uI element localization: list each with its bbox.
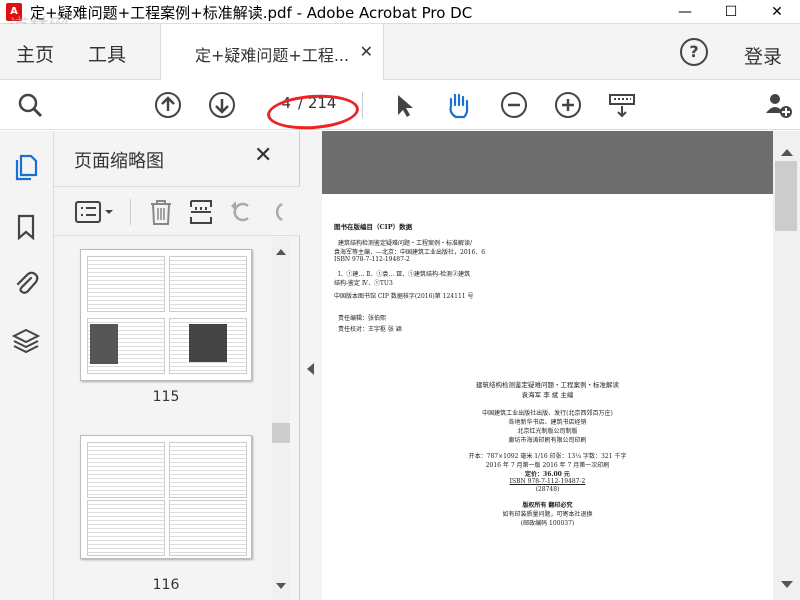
pdf-page: 图书在版编目（CIP）数据 建筑结构检测鉴定疑难问题・工程案例・标准解读/ 袁海… (322, 194, 773, 600)
zoom-out-icon[interactable] (500, 91, 528, 119)
hand-tool-icon[interactable] (444, 91, 472, 119)
editor-line: 责任编辑：张伯熙 (338, 315, 387, 322)
document-tab[interactable]: 定+疑难问题+工程... ✕ (160, 24, 384, 80)
options-menu-icon[interactable] (74, 199, 114, 225)
cip-line: 中国版本图书馆 CIP 数据核字(2016)第 124111 号 (334, 293, 474, 300)
thumbnail-scrollbar[interactable] (272, 237, 290, 600)
maximize-button[interactable]: ☐ (708, 0, 754, 24)
cip-line: 结构-鉴定 Ⅳ．①TU3 (334, 280, 393, 287)
scrollbar-thumb[interactable] (775, 161, 797, 231)
tools-divider (130, 199, 131, 225)
search-icon[interactable] (16, 91, 44, 119)
thumbnail-text-block (87, 500, 165, 556)
zoom-in-icon[interactable] (554, 91, 582, 119)
panel-title: 页面缩略图 (74, 151, 164, 172)
panel-close-icon[interactable]: ✕ (254, 143, 272, 168)
scrollbar-thumb[interactable] (272, 423, 290, 443)
collapse-left-arrow-icon[interactable] (307, 363, 314, 375)
close-window-button[interactable]: ✕ (754, 0, 800, 24)
thumbnail-text-block (169, 500, 247, 556)
rights-line: (邮政编码 100037) (520, 520, 575, 527)
attachment-icon[interactable] (12, 269, 40, 297)
thumbnail-page-label: 115 (152, 389, 180, 405)
book-title: 建筑结构检测鉴定疑难问题・工程案例・标准解读 (476, 381, 619, 389)
editor-line: 责任校对：王宇枢 张 颖 (338, 326, 402, 333)
delete-page-icon[interactable] (148, 198, 174, 226)
left-navigation-rail (0, 131, 54, 600)
publisher-line: 中国建筑工业出版社出版、发行(北京西郊百万庄) (482, 410, 613, 417)
thumbnail-page-label: 116 (152, 577, 180, 593)
toolbar: 4 / 214 (0, 80, 800, 130)
window-title: 定+疑难问题+工程案例+标准解读.pdf - Adobe Acrobat Pro… (30, 4, 473, 22)
minimize-button[interactable]: — (662, 0, 708, 24)
document-tab-close-icon[interactable]: ✕ (360, 42, 373, 61)
rights-line: 版权所有 翻印必究 (522, 502, 573, 509)
thumbnail-text-block (169, 442, 247, 498)
scroll-up-arrow-icon[interactable] (781, 149, 793, 156)
keyboard-scroll-icon[interactable] (608, 91, 636, 119)
thumbnail-text-block (169, 256, 247, 312)
panel-collapse-strip[interactable] (300, 131, 322, 600)
thumbnail-photo (189, 324, 227, 362)
previous-page-icon[interactable] (154, 91, 182, 119)
title-bar: A 定+疑难问题+工程案例+标准解读.pdf - Adobe Acrobat P… (0, 0, 800, 24)
thumbnail-list: 115 116 (54, 237, 284, 600)
page-thumbnails-icon[interactable] (12, 153, 40, 181)
document-tab-label: 定+疑难问题+工程... (195, 46, 350, 65)
scroll-down-arrow-icon[interactable] (781, 581, 793, 588)
publisher-line: 各地新华书店、建筑书店经销 (508, 419, 587, 426)
thumbnail-text-block (87, 256, 165, 312)
add-user-icon[interactable] (764, 91, 792, 119)
thumbnail-photo (90, 324, 118, 364)
rights-line: 如有印装质量问题，可寄本社退换 (502, 511, 593, 518)
scroll-up-arrow-icon[interactable] (276, 249, 286, 255)
thumbnail-page-116[interactable] (80, 435, 252, 559)
scroll-down-arrow-icon[interactable] (276, 583, 286, 589)
next-page-icon[interactable] (208, 91, 236, 119)
rotate-right-icon[interactable] (266, 198, 286, 226)
cip-line: ISBN 978-7-112-19487-2 (334, 256, 410, 263)
extract-page-icon[interactable] (188, 198, 214, 226)
select-cursor-icon[interactable] (390, 91, 418, 119)
tab-tools[interactable]: 工具 (88, 40, 126, 67)
document-view[interactable]: 图书在版编目（CIP）数据 建筑结构检测鉴定疑难问题・工程案例・标准解读/ 袁海… (322, 131, 773, 600)
print-info-line: 开本：787×1092 毫米 1/16 印张：13¼ 字数：321 千字 (468, 453, 627, 460)
print-code-line: (28748) (535, 486, 560, 493)
cip-line: 袁海军等主编．—北京：中国建筑工业出版社，2016．6 (334, 249, 486, 256)
layers-icon[interactable] (12, 327, 40, 355)
print-info-line: 2016 年 7 月第一版 2016 年 7 月第一次印刷 (485, 462, 610, 469)
cip-line: 建筑结构检测鉴定疑难问题・工程案例・标准解读/ (338, 240, 473, 247)
thumbnail-tools (54, 186, 300, 236)
price-line: 定价：36.00 元 (525, 471, 570, 478)
thumbnail-text-block (87, 442, 165, 498)
cip-line: Ⅰ．①建… Ⅱ．①袁… Ⅲ．①建筑结构-检测②建筑 (338, 271, 471, 278)
tab-home[interactable]: 主页 (16, 40, 54, 67)
publisher-line: 北京红光制版公司制版 (517, 428, 578, 435)
isbn-line: ISBN 978-7-112-19487-2 (509, 478, 586, 485)
page-thumbnails-panel: 页面缩略图 ✕ 115 116 (54, 131, 300, 600)
help-icon[interactable]: ? (680, 38, 708, 66)
thumbnail-page-115[interactable] (80, 249, 252, 381)
rotate-left-icon[interactable] (228, 198, 254, 226)
document-scrollbar[interactable] (773, 131, 800, 600)
book-authors: 袁海军 李 斌 主编 (521, 391, 574, 399)
login-button[interactable]: 登录 (744, 42, 782, 69)
publisher-line: 廊坊市海涛印刷有限公司印刷 (508, 437, 587, 444)
cip-heading: 图书在版编目（CIP）数据 (334, 223, 413, 231)
toolbar-divider (362, 92, 363, 118)
bookmark-icon[interactable] (12, 213, 40, 241)
